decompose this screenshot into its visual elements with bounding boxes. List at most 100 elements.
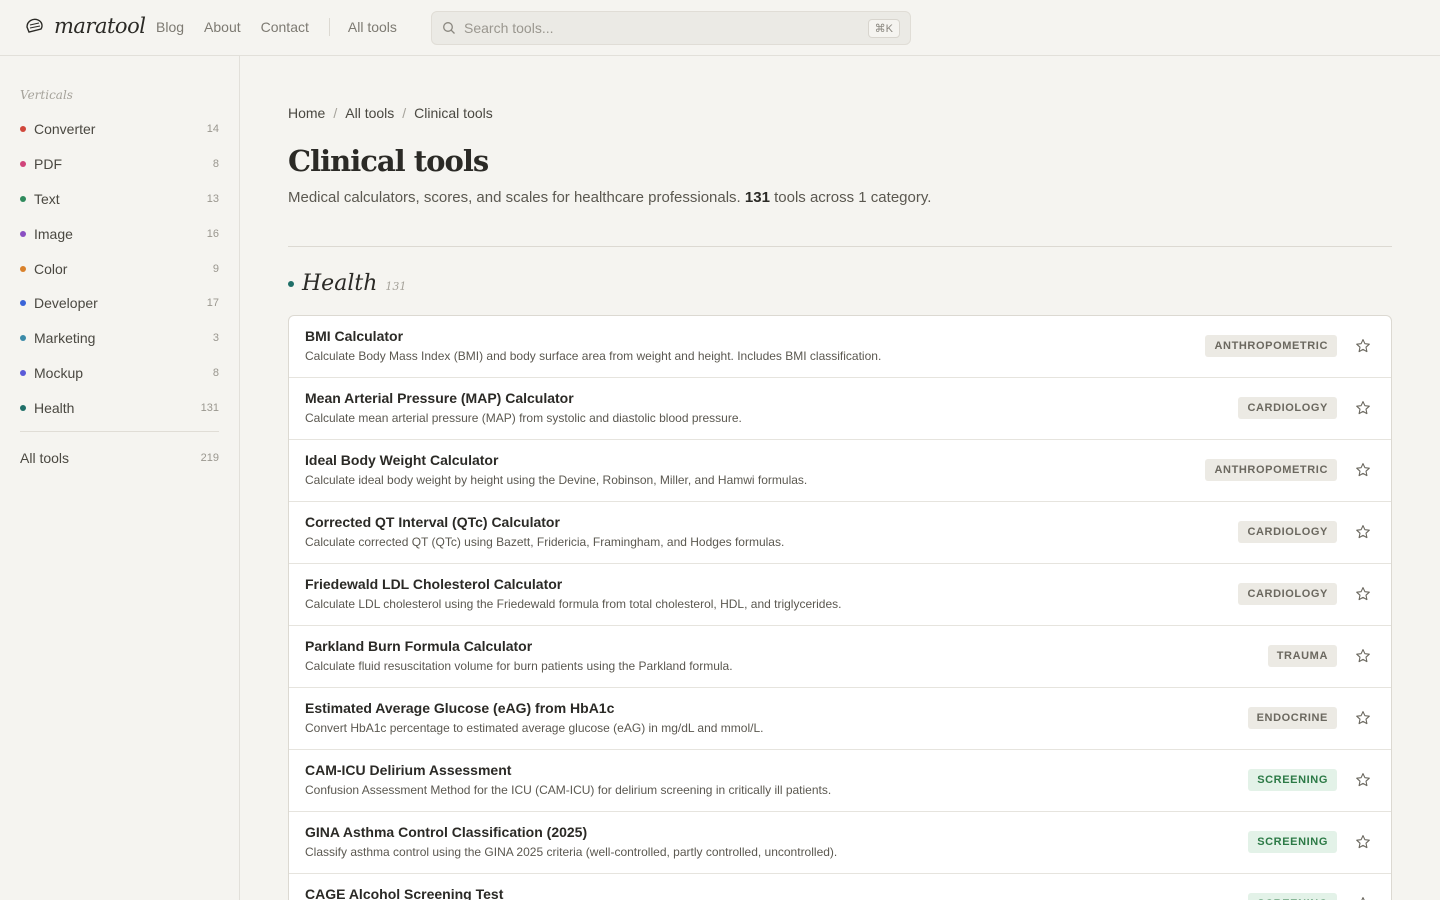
sidebar-item-count: 3 — [212, 332, 219, 345]
section-count: 131 — [385, 280, 407, 293]
breadcrumb-current: Clinical tools — [414, 105, 493, 121]
sidebar-item-label: All tools — [20, 450, 70, 467]
logo-icon — [26, 18, 43, 33]
text-dot-icon — [20, 195, 26, 202]
breadcrumb-home[interactable]: Home — [288, 105, 325, 121]
category-badge: SCREENING — [1248, 893, 1337, 900]
tool-title[interactable]: CAM-ICU Delirium Assessment — [305, 762, 511, 778]
sidebar-item-count: 219 — [200, 452, 219, 465]
tool-title[interactable]: BMI Calculator — [305, 328, 403, 344]
search-icon — [443, 22, 455, 34]
sidebar-item-all-tools[interactable]: All tools 219 — [20, 446, 219, 470]
image-dot-icon — [20, 230, 26, 237]
tool-description: Convert HbA1c percentage to estimated av… — [305, 721, 764, 735]
category-badge: SCREENING — [1248, 769, 1337, 791]
health-dot-icon — [20, 404, 26, 411]
category-badge: ANTHROPOMETRIC — [1205, 459, 1337, 481]
favorite-star-icon[interactable] — [1355, 772, 1371, 788]
sidebar-item-count: 9 — [212, 262, 219, 275]
sidebar-item-developer[interactable]: Developer 17 — [20, 286, 219, 321]
favorite-star-icon[interactable] — [1355, 834, 1371, 850]
category-badge: SCREENING — [1248, 831, 1337, 853]
category-badge: ENDOCRINE — [1247, 707, 1337, 729]
sidebar-item-count: 8 — [212, 366, 219, 379]
brand-name: maratool — [54, 14, 146, 38]
nav-divider — [328, 18, 330, 36]
sidebar-item-converter[interactable]: Converter 14 — [20, 112, 219, 147]
sidebar-item-marketing[interactable]: Marketing 3 — [20, 321, 219, 356]
sidebar-item-label: Developer — [34, 295, 98, 312]
nav-contact[interactable]: Contact — [261, 19, 309, 35]
top-bar: maratool Blog About Contact All tools ⌘K — [0, 0, 1440, 56]
sidebar-item-health[interactable]: Health 131 — [20, 390, 219, 425]
favorite-star-icon[interactable] — [1355, 648, 1371, 664]
developer-dot-icon — [20, 300, 26, 307]
nav-blog[interactable]: Blog — [156, 19, 184, 35]
tool-row[interactable]: Friedewald LDL Cholesterol Calculator Cal… — [289, 564, 1391, 626]
tool-row[interactable]: Ideal Body Weight Calculator Calculate id… — [289, 440, 1391, 502]
sidebar-item-text[interactable]: Text 13 — [20, 182, 219, 217]
sidebar-item-color[interactable]: Color 9 — [20, 251, 219, 286]
section-divider — [288, 246, 1392, 247]
sidebar-item-image[interactable]: Image 16 — [20, 216, 219, 251]
tool-row[interactable]: Estimated Average Glucose (eAG) from HbA… — [289, 688, 1391, 750]
breadcrumb-all-tools[interactable]: All tools — [345, 105, 394, 121]
favorite-star-icon[interactable] — [1355, 524, 1371, 540]
category-badge: TRAUMA — [1267, 645, 1337, 667]
tool-row[interactable]: BMI Calculator Calculate Body Mass Index … — [289, 316, 1391, 378]
sidebar-item-mockup[interactable]: Mockup 8 — [20, 356, 219, 391]
tool-row[interactable]: Parkland Burn Formula Calculator Calculat… — [289, 626, 1391, 688]
breadcrumb-separator: / — [402, 105, 407, 121]
sidebar-item-count: 17 — [206, 297, 219, 310]
favorite-star-icon[interactable] — [1355, 586, 1371, 602]
tool-title[interactable]: Mean Arterial Pressure (MAP) Calculator — [305, 390, 574, 406]
tool-row[interactable]: GINA Asthma Control Classification (2025… — [289, 812, 1391, 874]
tool-description: Classify asthma control using the GINA 2… — [305, 845, 838, 859]
tool-row[interactable]: Corrected QT Interval (QTc) Calculator Ca… — [289, 502, 1391, 564]
section-heading: Health 131 — [288, 271, 406, 296]
breadcrumb-separator: / — [333, 105, 338, 121]
sidebar-item-label: Text — [34, 190, 60, 207]
nav-all-tools[interactable]: All tools — [348, 19, 397, 35]
mockup-dot-icon — [20, 369, 26, 376]
favorite-star-icon[interactable] — [1355, 896, 1371, 900]
sidebar-item-pdf[interactable]: PDF 8 — [20, 147, 219, 182]
tool-title[interactable]: Corrected QT Interval (QTc) Calculator — [305, 514, 560, 530]
tool-count: 131 — [744, 189, 770, 206]
tool-description: Calculate corrected QT (QTc) using Bazet… — [305, 535, 785, 549]
pdf-dot-icon — [20, 161, 26, 168]
favorite-star-icon[interactable] — [1355, 462, 1371, 478]
tool-row[interactable]: Mean Arterial Pressure (MAP) Calculator C… — [289, 378, 1391, 440]
sidebar-item-count: 16 — [206, 227, 219, 240]
favorite-star-icon[interactable] — [1355, 400, 1371, 416]
category-badge: CARDIOLOGY — [1238, 521, 1337, 543]
page-title: Clinical tools — [288, 144, 489, 178]
converter-dot-icon — [20, 126, 26, 133]
tool-row[interactable]: CAM-ICU Delirium Assessment Confusion Ass… — [289, 750, 1391, 812]
favorite-star-icon[interactable] — [1355, 338, 1371, 354]
tool-title[interactable]: Friedewald LDL Cholesterol Calculator — [305, 576, 562, 592]
favorite-star-icon[interactable] — [1355, 710, 1371, 726]
search-box[interactable]: ⌘K — [431, 11, 911, 45]
tool-title[interactable]: Parkland Burn Formula Calculator — [305, 638, 532, 654]
sidebar-item-label: Health — [34, 399, 75, 416]
tool-title[interactable]: GINA Asthma Control Classification (2025… — [305, 824, 587, 840]
sidebar-item-count: 8 — [212, 158, 219, 171]
search-input[interactable] — [464, 20, 868, 36]
sidebar-item-label: PDF — [34, 156, 62, 173]
sidebar: Verticals Converter 14 PDF 8 Text 13 Ima… — [0, 56, 240, 900]
tool-title[interactable]: Estimated Average Glucose (eAG) from HbA… — [305, 700, 614, 716]
subtitle-tail: tools across 1 category. — [774, 189, 932, 206]
marketing-dot-icon — [20, 335, 26, 342]
brand-logo[interactable]: maratool — [24, 14, 146, 38]
sidebar-item-label: Image — [34, 225, 73, 242]
sidebar-item-count: 131 — [200, 401, 219, 414]
main-nav: Blog About Contact All tools — [156, 18, 417, 36]
tool-title[interactable]: Ideal Body Weight Calculator — [305, 452, 498, 468]
tool-row[interactable]: CAGE Alcohol Screening Test SCREENING — [289, 874, 1391, 900]
sidebar-item-label: Color — [34, 260, 68, 277]
sidebar-heading: Verticals — [20, 88, 73, 102]
nav-about[interactable]: About — [204, 19, 241, 35]
tool-title[interactable]: CAGE Alcohol Screening Test — [305, 886, 503, 900]
search-shortcut: ⌘K — [867, 18, 900, 38]
